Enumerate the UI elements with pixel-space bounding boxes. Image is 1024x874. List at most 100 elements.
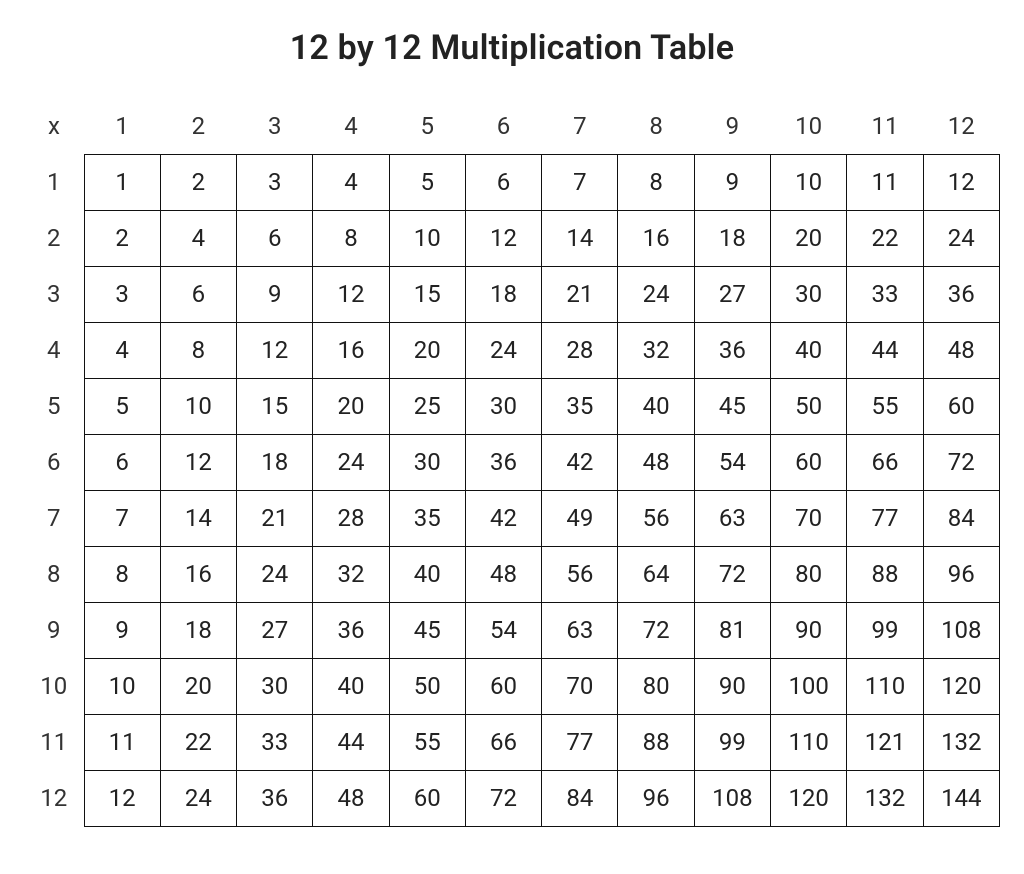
table-cell: 108 — [923, 602, 999, 658]
table-cell: 50 — [771, 378, 847, 434]
table-cell: 6 — [237, 210, 313, 266]
table-cell: 8 — [84, 546, 160, 602]
table-cell: 8 — [160, 322, 236, 378]
table-cell: 96 — [618, 770, 694, 826]
table-cell: 66 — [465, 714, 541, 770]
table-cell: 80 — [618, 658, 694, 714]
table-cell: 14 — [542, 210, 618, 266]
table-cell: 16 — [160, 546, 236, 602]
table-cell: 40 — [313, 658, 389, 714]
table-row: 44812162024283236404448 — [24, 322, 1000, 378]
col-header: 2 — [160, 98, 236, 154]
table-cell: 21 — [542, 266, 618, 322]
table-cell: 80 — [771, 546, 847, 602]
table-cell: 9 — [84, 602, 160, 658]
table-cell: 28 — [542, 322, 618, 378]
table-cell: 110 — [771, 714, 847, 770]
table-cell: 40 — [389, 546, 465, 602]
table-cell: 24 — [160, 770, 236, 826]
col-header: 1 — [84, 98, 160, 154]
table-cell: 42 — [542, 434, 618, 490]
table-cell: 36 — [237, 770, 313, 826]
table-cell: 6 — [84, 434, 160, 490]
row-header: 10 — [24, 658, 84, 714]
table-cell: 30 — [389, 434, 465, 490]
table-cell: 35 — [542, 378, 618, 434]
table-cell: 10 — [160, 378, 236, 434]
table-cell: 88 — [847, 546, 923, 602]
col-header: 9 — [694, 98, 770, 154]
table-cell: 45 — [694, 378, 770, 434]
table-cell: 9 — [694, 154, 770, 210]
table-cell: 3 — [84, 266, 160, 322]
col-header: 8 — [618, 98, 694, 154]
table-cell: 48 — [923, 322, 999, 378]
table-cell: 24 — [923, 210, 999, 266]
table-cell: 11 — [84, 714, 160, 770]
table-cell: 10 — [84, 658, 160, 714]
table-cell: 81 — [694, 602, 770, 658]
table-cell: 33 — [237, 714, 313, 770]
table-cell: 24 — [237, 546, 313, 602]
table-cell: 21 — [237, 490, 313, 546]
table-cell: 70 — [542, 658, 618, 714]
table-cell: 36 — [465, 434, 541, 490]
table-cell: 32 — [618, 322, 694, 378]
column-header-row: x 1 2 3 4 5 6 7 8 9 10 11 12 — [24, 98, 1000, 154]
table-cell: 20 — [313, 378, 389, 434]
table-cell: 44 — [847, 322, 923, 378]
col-header: 10 — [771, 98, 847, 154]
table-cell: 4 — [313, 154, 389, 210]
table-cell: 2 — [84, 210, 160, 266]
row-header: 3 — [24, 266, 84, 322]
table-cell: 64 — [618, 546, 694, 602]
table-cell: 88 — [618, 714, 694, 770]
col-header: 12 — [923, 98, 999, 154]
row-header: 2 — [24, 210, 84, 266]
table-cell: 15 — [237, 378, 313, 434]
table-cell: 27 — [694, 266, 770, 322]
table-cell: 7 — [542, 154, 618, 210]
table-cell: 7 — [84, 490, 160, 546]
table-cell: 60 — [923, 378, 999, 434]
table-cell: 12 — [465, 210, 541, 266]
table-row: 771421283542495663707784 — [24, 490, 1000, 546]
table-cell: 72 — [465, 770, 541, 826]
table-cell: 48 — [465, 546, 541, 602]
table-cell: 5 — [389, 154, 465, 210]
row-header: 4 — [24, 322, 84, 378]
table-cell: 99 — [847, 602, 923, 658]
table-cell: 84 — [923, 490, 999, 546]
table-cell: 6 — [465, 154, 541, 210]
col-header: 6 — [465, 98, 541, 154]
table-cell: 56 — [618, 490, 694, 546]
table-cell: 120 — [771, 770, 847, 826]
table-cell: 100 — [771, 658, 847, 714]
table-cell: 22 — [847, 210, 923, 266]
table-cell: 45 — [389, 602, 465, 658]
table-cell: 30 — [771, 266, 847, 322]
table-cell: 42 — [465, 490, 541, 546]
table-cell: 12 — [84, 770, 160, 826]
table-cell: 27 — [237, 602, 313, 658]
table-cell: 40 — [618, 378, 694, 434]
table-cell: 72 — [618, 602, 694, 658]
table-cell: 35 — [389, 490, 465, 546]
table-cell: 77 — [542, 714, 618, 770]
table-cell: 14 — [160, 490, 236, 546]
table-cell: 24 — [618, 266, 694, 322]
table-cell: 36 — [694, 322, 770, 378]
col-header: 4 — [313, 98, 389, 154]
table-cell: 22 — [160, 714, 236, 770]
table-cell: 60 — [771, 434, 847, 490]
table-cell: 50 — [389, 658, 465, 714]
table-cell: 16 — [313, 322, 389, 378]
row-header: 9 — [24, 602, 84, 658]
table-cell: 48 — [618, 434, 694, 490]
table-cell: 12 — [923, 154, 999, 210]
table-cell: 24 — [465, 322, 541, 378]
table-cell: 5 — [84, 378, 160, 434]
table-cell: 10 — [389, 210, 465, 266]
table-cell: 4 — [160, 210, 236, 266]
table-row: 1123456789101112 — [24, 154, 1000, 210]
